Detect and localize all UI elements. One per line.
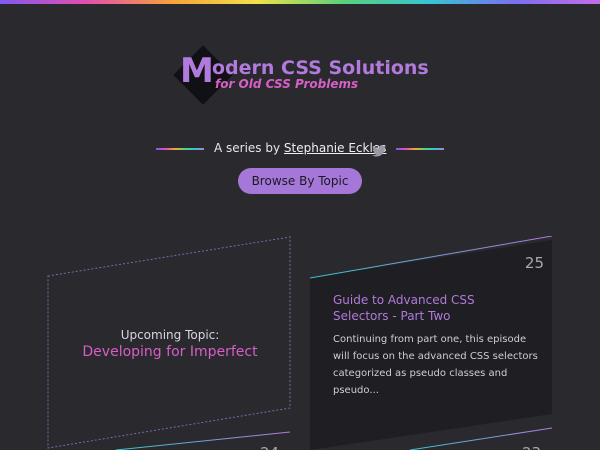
logo-title: odern CSS Solutions [212,57,429,79]
episode-title-link[interactable]: Guide to Advanced CSS Selectors - Part T… [333,292,533,324]
logo-initial: M [180,51,214,91]
byline-prefix: A series by [214,141,281,155]
episode-card[interactable]: 25 Guide to Advanced CSS Selectors - Par… [310,236,554,450]
episode-number: 25 [524,254,544,272]
byline-divider-right [396,148,444,150]
episode-number-peek: 23 [522,444,541,450]
byline-text: A series by Stephanie Eckles [214,141,386,155]
byline: A series by Stephanie Eckles [0,140,600,158]
episode-number-peek: 24 [260,444,279,450]
site-logo[interactable]: M odern CSS Solutions for Old CSS Proble… [168,44,429,108]
upcoming-topic-card: Upcoming Topic: Developing for Imperfect… [46,236,294,450]
episode-excerpt: Continuing from part one, this episode w… [333,334,538,396]
twitter-icon[interactable] [372,142,388,157]
logo-subtitle: for Old CSS Problems [215,77,359,91]
browse-by-topic-button[interactable]: Browse By Topic [238,168,362,194]
upcoming-label: Upcoming Topic: [120,328,220,342]
upcoming-card-outline [47,236,291,450]
rainbow-top-bar [0,0,600,4]
byline-divider-left [156,148,204,150]
upcoming-title: Developing for Imperfect [82,344,258,360]
